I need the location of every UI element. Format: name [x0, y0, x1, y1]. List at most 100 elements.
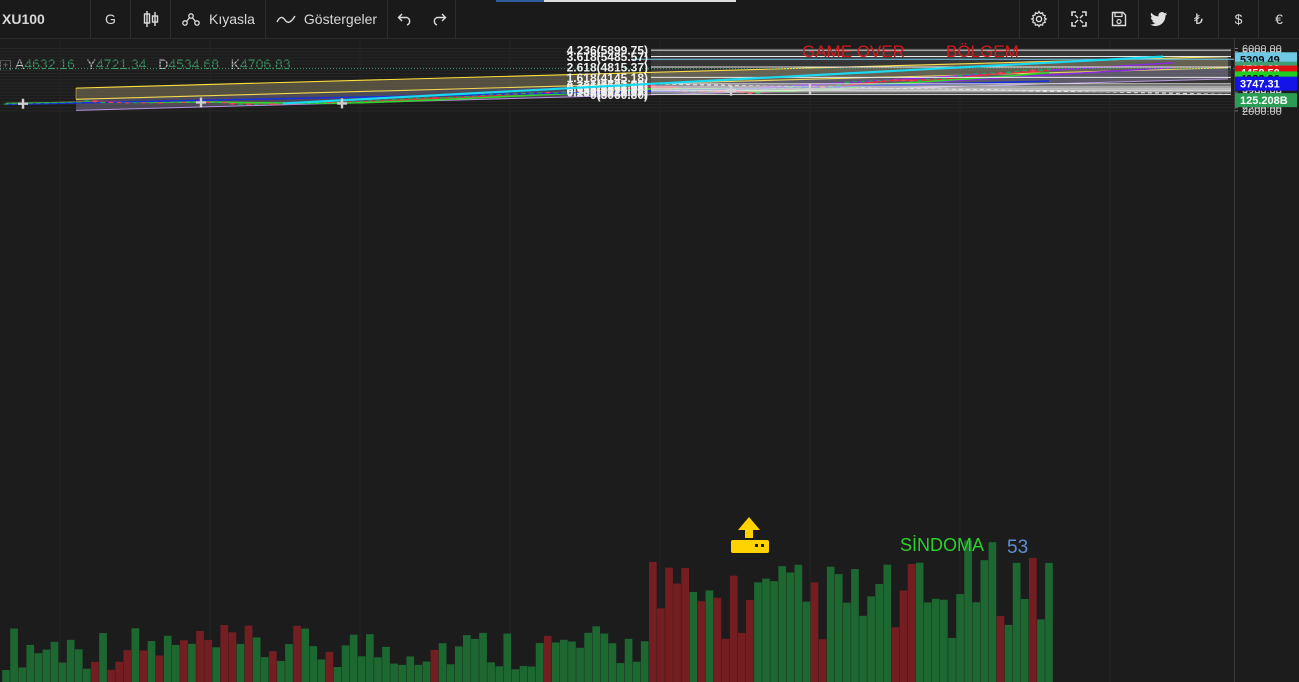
candle-body — [900, 79, 906, 81]
candle-body — [545, 92, 551, 94]
volume-bar — [996, 615, 1005, 682]
settings-button[interactable] — [1019, 0, 1059, 38]
price-chart[interactable]: 4.236(5899.75)3.618(5485.57)2.618(4815.3… — [0, 39, 1234, 682]
volume-bar — [988, 542, 997, 682]
volume-bar — [293, 625, 301, 682]
volume-bar — [802, 601, 811, 682]
volume-bar — [705, 590, 714, 682]
candle-body — [1038, 69, 1044, 72]
candle-body — [1046, 68, 1052, 70]
currency-usd-button[interactable]: $ — [1219, 0, 1259, 38]
candle-body — [149, 102, 155, 104]
compare-button[interactable]: Kıyasla — [171, 0, 266, 38]
currency-eur-button[interactable]: € — [1259, 0, 1299, 38]
indicators-icon — [276, 12, 296, 26]
candle-body — [933, 78, 939, 80]
volume-bar — [333, 667, 342, 682]
sindoma-number: 53 — [1007, 537, 1028, 558]
candle-body — [132, 102, 138, 104]
volume-bar — [883, 564, 892, 682]
price-axis[interactable]: 6000.005800.005600.005400.005200.005000.… — [1234, 39, 1299, 682]
candle-body — [391, 99, 397, 101]
redo-icon — [431, 12, 447, 26]
volume-bar — [1028, 557, 1037, 682]
fullscreen-button[interactable] — [1059, 0, 1099, 38]
volume-bar — [786, 572, 795, 682]
volume-bar — [390, 663, 398, 682]
volume-bar — [495, 666, 504, 682]
volume-bar — [640, 641, 649, 682]
candle-body — [488, 94, 494, 96]
candle-body — [140, 102, 146, 104]
candlestick-icon — [143, 10, 159, 28]
volume-bar — [414, 664, 423, 682]
volume-bar — [1012, 562, 1021, 682]
volume-bar — [737, 632, 746, 682]
currency-eur-label: € — [1275, 11, 1283, 27]
axis-ticks: 6000.005800.005600.005400.005200.005000.… — [1234, 39, 1282, 682]
volume-bar — [349, 634, 358, 682]
candle-body — [246, 103, 252, 105]
currency-try-button[interactable]: ₺ — [1179, 0, 1219, 38]
candle-body — [254, 103, 260, 105]
chart-type-button[interactable] — [131, 0, 171, 38]
indicators-button[interactable]: Göstergeler — [266, 0, 389, 38]
twitter-button[interactable] — [1139, 0, 1179, 38]
volume-bar — [535, 643, 544, 682]
candle-body — [383, 99, 389, 101]
candle-body — [213, 102, 219, 104]
volume-bar — [665, 567, 673, 682]
volume-bar — [931, 598, 940, 682]
axis-price-tags: 5309.494706.834458.504083.963747.31125.2… — [1235, 52, 1297, 108]
candle-body — [520, 92, 526, 94]
save-button[interactable] — [1099, 0, 1139, 38]
volume-bar — [568, 641, 576, 682]
undo-button[interactable] — [388, 0, 422, 38]
candle-body — [237, 103, 243, 105]
candle-body — [909, 80, 915, 82]
volume-bar — [592, 626, 601, 682]
interval-button[interactable]: G — [91, 0, 131, 38]
chart-toolbar: XU100 G Kıyasla Göstergeler ₺ $ € — [0, 0, 1299, 39]
candle-body — [464, 96, 470, 98]
buy-signal-marker — [731, 517, 769, 553]
redo-button[interactable] — [422, 0, 457, 38]
volume-bar — [867, 596, 875, 682]
volume-bar — [171, 644, 180, 682]
volume-bar — [317, 659, 326, 682]
candle-body — [981, 72, 987, 74]
candle-body — [1006, 71, 1012, 74]
volume-bar — [50, 641, 59, 682]
volume-bar — [180, 640, 188, 682]
candle-body — [553, 92, 559, 94]
candle-body — [165, 102, 171, 104]
candle-body — [181, 101, 187, 103]
volume-bar — [220, 625, 229, 682]
candle-body — [189, 101, 195, 103]
candle-body — [399, 98, 405, 100]
volume-bar — [608, 643, 617, 682]
volume-bars — [2, 540, 1053, 682]
volume-bar — [107, 669, 115, 682]
volume-bar — [155, 655, 164, 682]
volume-bar — [875, 584, 884, 682]
volume-bar — [972, 602, 981, 682]
candle-body — [432, 97, 438, 99]
volume-bar — [915, 562, 924, 682]
symbol-button[interactable]: XU100 — [0, 0, 91, 38]
candle-body — [957, 74, 963, 77]
volume-bar — [503, 633, 512, 682]
volume-bar — [907, 564, 916, 682]
volume-bar — [74, 649, 83, 682]
volume-bar — [648, 562, 657, 682]
volume-bar — [131, 628, 140, 682]
volume-bar — [268, 651, 277, 682]
volume-bar — [956, 594, 964, 682]
volume-bar — [551, 642, 560, 682]
tab-highlight-blue — [496, 0, 544, 2]
volume-bar — [139, 650, 148, 682]
candle-body — [448, 97, 454, 99]
candle-body — [407, 98, 413, 100]
candle-body — [108, 102, 114, 104]
volume-bar — [511, 669, 520, 682]
